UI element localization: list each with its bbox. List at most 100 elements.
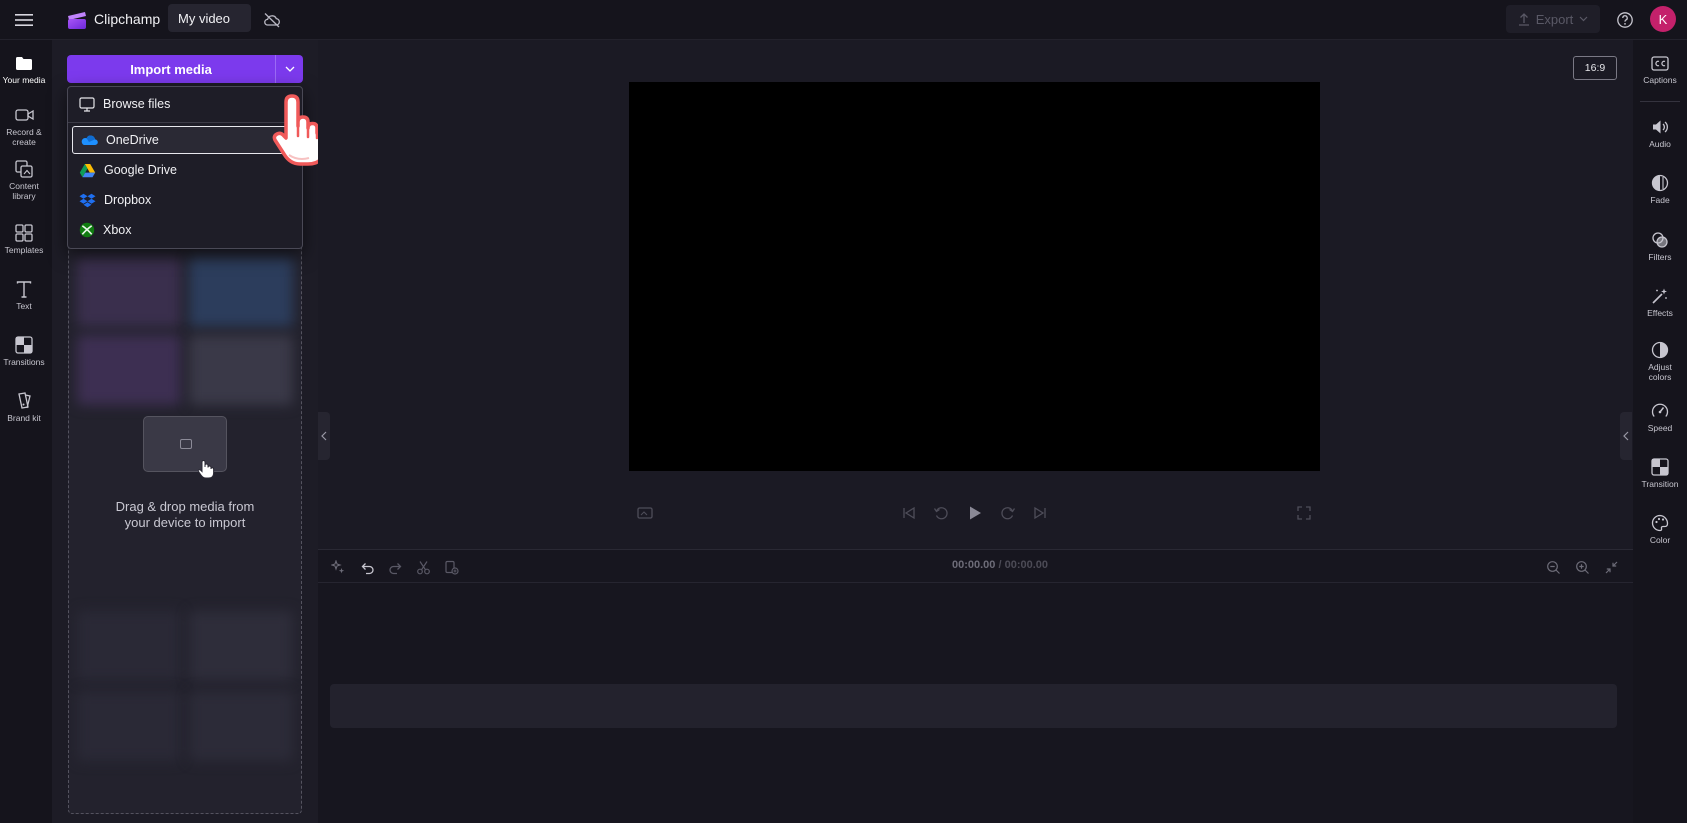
panel-label: Captions: [1643, 75, 1677, 85]
transitions-icon: [13, 334, 35, 356]
filters-icon: [1649, 229, 1671, 251]
chevron-down-icon: [285, 66, 294, 72]
project-name-field[interactable]: My video: [168, 4, 251, 32]
cloud-off-icon[interactable]: [262, 10, 282, 30]
menu-item-xbox[interactable]: Xbox: [72, 216, 298, 244]
panel-item-color[interactable]: Color: [1636, 512, 1684, 546]
timeline-track[interactable]: [330, 684, 1617, 728]
nav-label: Text: [16, 301, 32, 311]
upload-icon: [1518, 13, 1529, 26]
blurred-thumbnail: [77, 611, 181, 681]
nav-item-your-media[interactable]: Your media: [0, 52, 48, 86]
nav-item-content-library[interactable]: Content library: [0, 158, 48, 201]
palette-icon: [1649, 512, 1671, 534]
panel-label: Effects: [1647, 308, 1673, 318]
panel-item-filters[interactable]: Filters: [1636, 229, 1684, 263]
blurred-thumbnail: [77, 257, 181, 327]
panel-label: Color: [1649, 535, 1671, 545]
menu-item-label: OneDrive: [106, 133, 159, 147]
nav-item-brand-kit[interactable]: Brand kit: [0, 390, 48, 424]
xbox-icon: [79, 222, 95, 238]
folder-icon: [13, 52, 35, 74]
fade-icon: [1649, 172, 1671, 194]
library-icon: [13, 158, 35, 180]
drag-hand-icon: [195, 458, 217, 480]
blurred-thumbnail: [189, 691, 293, 761]
nav-label: Record & create: [6, 127, 42, 147]
app-name: Clipchamp: [94, 11, 161, 27]
play-icon[interactable]: [965, 503, 985, 523]
import-media-button[interactable]: Import media: [67, 55, 275, 83]
nav-item-transitions[interactable]: Transitions: [0, 334, 48, 368]
panel-label: Fade: [1650, 195, 1670, 205]
panel-item-speed[interactable]: Speed: [1636, 400, 1684, 434]
panel-label: Filters: [1648, 252, 1672, 262]
panel-label: Transition: [1641, 479, 1679, 489]
panel-item-effects[interactable]: Effects: [1636, 285, 1684, 319]
zoom-in-icon[interactable]: [1572, 557, 1592, 577]
undo-icon[interactable]: [357, 557, 377, 577]
timeline-timecode: 00:00.00 / 00:00.00: [900, 559, 1100, 571]
nav-label: Brand kit: [7, 413, 41, 423]
collapse-properties-panel-button[interactable]: [1620, 412, 1632, 460]
chevron-left-icon: [1623, 431, 1629, 441]
dropzone-text-line: Drag & drop media from: [115, 499, 255, 514]
blurred-thumbnail: [189, 611, 293, 681]
skip-back-icon[interactable]: [899, 503, 919, 523]
export-button[interactable]: Export: [1506, 5, 1600, 33]
hamburger-menu-icon[interactable]: [12, 9, 36, 31]
zoom-out-icon[interactable]: [1543, 557, 1563, 577]
user-avatar[interactable]: K: [1650, 6, 1676, 32]
speed-icon: [1649, 400, 1671, 422]
speaker-icon: [1649, 116, 1671, 138]
top-bar: Clipchamp My video Export K: [0, 0, 1687, 40]
fit-timeline-icon[interactable]: [1601, 557, 1621, 577]
fullscreen-icon[interactable]: [1294, 503, 1314, 523]
chevron-left-icon: [321, 431, 327, 441]
nav-item-record-create[interactable]: Record & create: [0, 104, 48, 147]
nav-item-text[interactable]: Text: [0, 278, 48, 312]
text-icon: [13, 278, 35, 300]
camera-icon: [13, 104, 35, 126]
nav-label: Your media: [2, 75, 46, 85]
split-scissors-icon[interactable]: [413, 557, 433, 577]
export-label: Export: [1535, 11, 1574, 27]
current-time: 00:00.00: [951, 559, 996, 571]
magic-edit-icon[interactable]: [328, 557, 348, 577]
nav-label: Content library: [9, 181, 39, 201]
blurred-thumbnail: [189, 335, 293, 405]
rewind-5s-icon[interactable]: [931, 503, 951, 523]
forward-5s-icon[interactable]: [998, 503, 1018, 523]
panel-item-transition[interactable]: Transition: [1636, 456, 1684, 490]
skip-forward-icon[interactable]: [1030, 503, 1050, 523]
panel-label: Speed: [1647, 423, 1673, 433]
nav-item-templates[interactable]: Templates: [0, 222, 48, 256]
collapse-media-panel-button[interactable]: [318, 412, 330, 460]
time-separator: /: [998, 559, 1002, 571]
dropzone-text-line: your device to import: [124, 515, 246, 530]
menu-item-label: Google Drive: [104, 163, 177, 177]
effects-wand-icon: [1649, 285, 1671, 307]
screenshot-icon[interactable]: [635, 503, 655, 523]
add-media-icon[interactable]: [441, 557, 461, 577]
total-duration: 00:00.00: [1004, 559, 1049, 571]
help-icon[interactable]: [1614, 9, 1636, 31]
menu-item-dropbox[interactable]: Dropbox: [72, 186, 298, 214]
panel-item-captions[interactable]: Captions: [1636, 52, 1684, 86]
import-options-button[interactable]: [275, 55, 303, 83]
panel-item-audio[interactable]: Audio: [1636, 116, 1684, 150]
panel-item-fade[interactable]: Fade: [1636, 172, 1684, 206]
clipchamp-logo-icon: [66, 10, 88, 30]
blurred-thumbnail: [77, 691, 181, 761]
panel-item-adjust-colors[interactable]: Adjust colors: [1636, 339, 1684, 382]
nav-label: Transitions: [3, 357, 45, 367]
templates-icon: [13, 222, 35, 244]
google-drive-icon: [79, 163, 96, 177]
menu-item-label: Xbox: [103, 223, 132, 237]
dropbox-icon: [79, 193, 96, 207]
video-canvas[interactable]: [629, 82, 1320, 471]
aspect-ratio-button[interactable]: 16:9: [1573, 56, 1617, 80]
panel-divider: [1640, 101, 1680, 102]
menu-item-label: Dropbox: [104, 193, 152, 207]
redo-icon[interactable]: [385, 557, 405, 577]
